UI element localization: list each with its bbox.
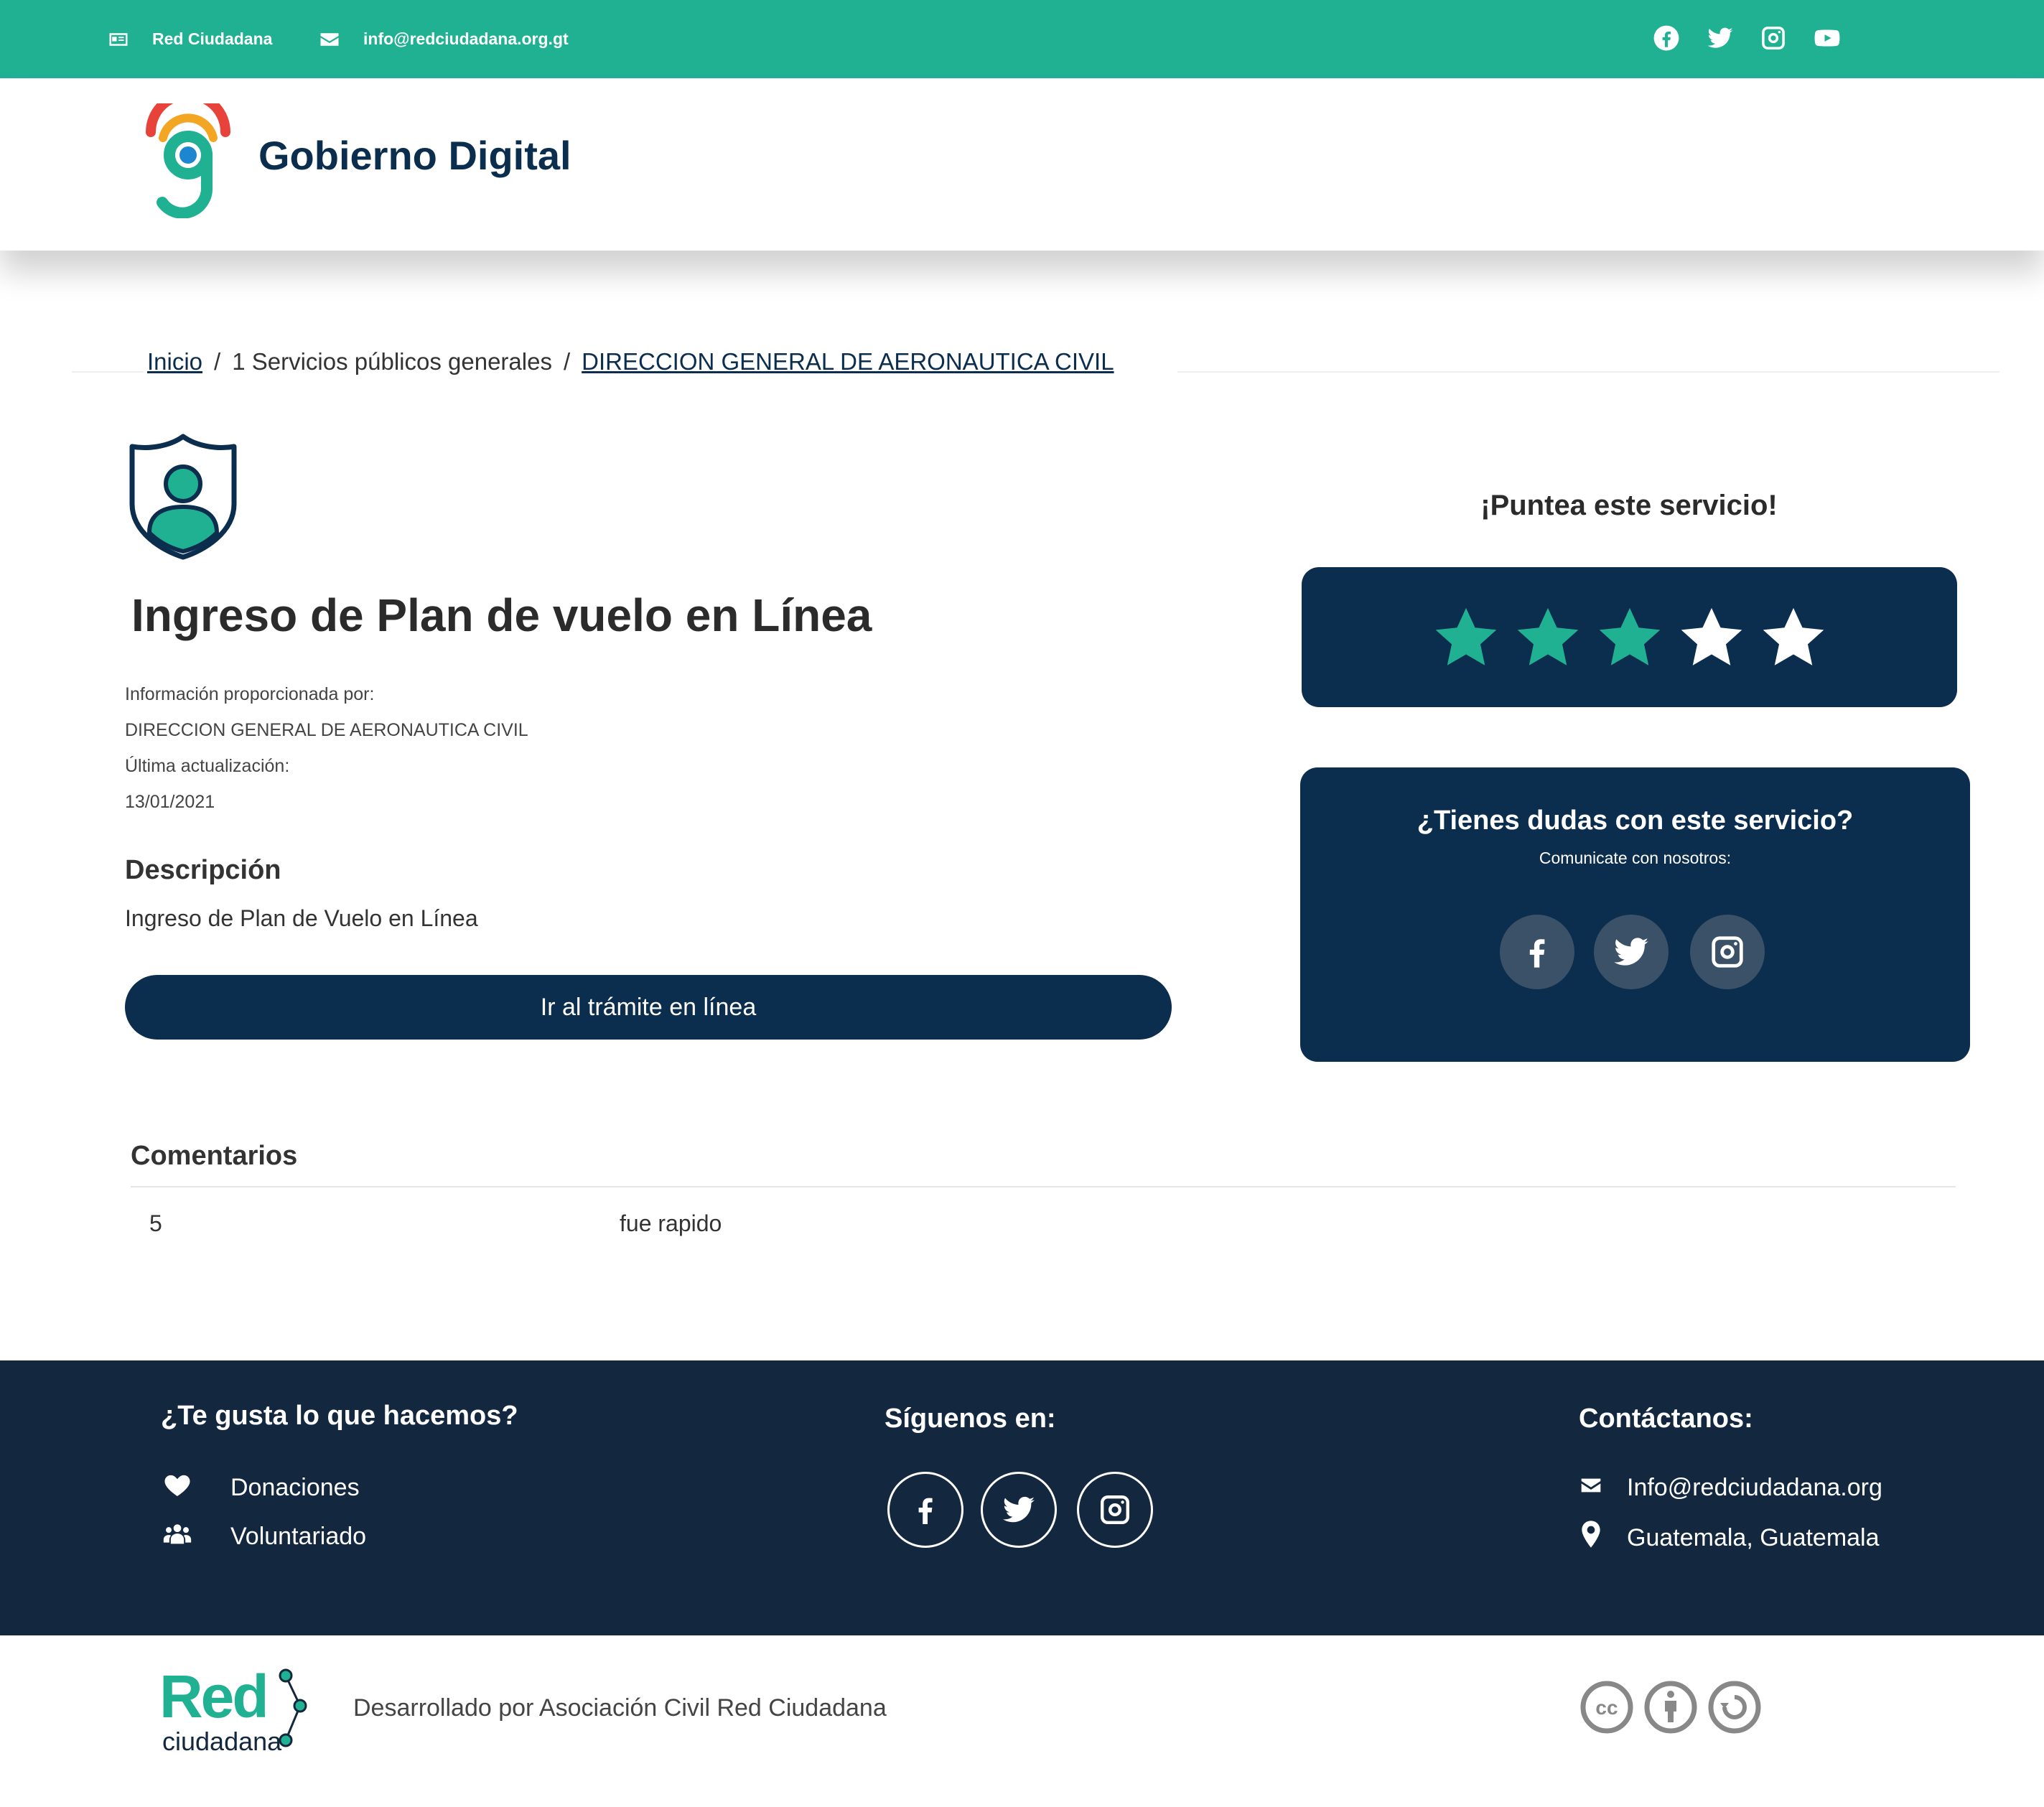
instagram-icon[interactable]: [1760, 24, 1787, 52]
facebook-icon: [908, 1493, 943, 1527]
help-subtitle: Comunicate con nosotros:: [1539, 849, 1732, 867]
org-name: Red Ciudadana: [152, 29, 273, 48]
site-header: Gobierno Digital: [0, 78, 2044, 251]
group-icon: [163, 1520, 192, 1549]
top-email-text[interactable]: info@redciudadana.org.gt: [363, 29, 569, 49]
id-card-icon: [108, 29, 129, 50]
top-email[interactable]: info@redciudadana.org.gt: [319, 0, 569, 78]
site-footer: ¿Te gusta lo que hacemos? Donaciones Vol…: [0, 1360, 2044, 1635]
help-twitter-button[interactable]: [1594, 915, 1669, 989]
bottom-bar: Red ciudadana Desarrollado por Asociació…: [0, 1635, 2044, 1807]
red-ciudadana-logo[interactable]: Red ciudadana: [159, 1666, 317, 1759]
provider-name: DIRECCION GENERAL DE AERONAUTICA CIVIL: [125, 720, 528, 740]
star-icon[interactable]: [1432, 604, 1500, 671]
help-card: ¿Tienes dudas con este servicio? Comunic…: [1300, 767, 1970, 1062]
envelope-icon: [1579, 1474, 1602, 1497]
footer-instagram-button[interactable]: [1077, 1472, 1153, 1548]
envelope-icon: [319, 29, 340, 50]
help-facebook-button[interactable]: [1500, 915, 1574, 989]
location-pin-icon: [1579, 1520, 1602, 1549]
star-icon[interactable]: [1760, 604, 1827, 671]
twitter-icon: [1002, 1493, 1036, 1527]
rating-card: [1302, 567, 1957, 707]
breadcrumb-institution-link[interactable]: DIRECCION GENERAL DE AERONAUTICA CIVIL: [582, 348, 1114, 375]
top-bar: Red Ciudadana info@redciudadana.org.gt: [0, 0, 2044, 78]
help-title: ¿Tienes dudas con este servicio?: [1417, 806, 1854, 836]
gobierno-digital-logo[interactable]: [145, 103, 231, 218]
footer-facebook-button[interactable]: [887, 1472, 963, 1548]
service-title: Ingreso de Plan de vuelo en Línea: [131, 589, 872, 641]
help-instagram-button[interactable]: [1690, 915, 1765, 989]
breadcrumb-home-link[interactable]: Inicio: [147, 348, 202, 375]
star-icon[interactable]: [1596, 604, 1663, 671]
service-badge-icon: [129, 434, 237, 560]
star-icon[interactable]: [1678, 604, 1745, 671]
footer-twitter-button[interactable]: [981, 1472, 1057, 1548]
breadcrumb: Inicio / 1 Servicios públicos generales / DI…: [147, 348, 1114, 375]
updated-label: Última actualización:: [125, 756, 290, 776]
org-contact: Red Ciudadana: [108, 0, 272, 78]
cc-icon[interactable]: cc: [1579, 1680, 1634, 1734]
star-icon[interactable]: [1514, 604, 1582, 671]
contact-heading: Contáctanos:: [1579, 1404, 1753, 1434]
heart-icon: [163, 1471, 192, 1500]
red-ciudadana-logo-sub: ciudadana: [162, 1727, 282, 1756]
updated-date: 13/01/2021: [125, 792, 215, 812]
breadcrumb-divider-right: [1177, 371, 1999, 373]
twitter-icon: [1613, 933, 1650, 971]
comment-text: fue rapido: [620, 1210, 722, 1236]
share-alike-icon[interactable]: [1707, 1680, 1762, 1734]
breadcrumb-divider-left: [72, 371, 144, 373]
instagram-icon: [1098, 1493, 1132, 1527]
comments-heading: Comentarios: [131, 1141, 298, 1171]
footer-location: Guatemala, Guatemala: [1627, 1524, 1880, 1551]
volunteering-link[interactable]: Voluntariado: [230, 1523, 366, 1551]
footer-email-link[interactable]: Info@redciudadana.org: [1627, 1474, 1882, 1502]
donations-link[interactable]: Donaciones: [230, 1474, 360, 1502]
facebook-icon: [1518, 933, 1556, 971]
like-heading: ¿Te gusta lo que hacemos?: [161, 1401, 518, 1431]
breadcrumb-separator: /: [214, 348, 221, 375]
breadcrumb-category: 1 Servicios públicos generales: [232, 348, 552, 375]
online-procedure-button[interactable]: Ir al trámite en línea: [125, 975, 1172, 1040]
red-ciudadana-logo-word: Red: [159, 1666, 267, 1730]
rating-title: ¡Puntea este servicio!: [1480, 490, 1778, 521]
attribution-icon[interactable]: [1643, 1680, 1698, 1734]
youtube-icon[interactable]: [1814, 24, 1841, 52]
brand-name[interactable]: Gobierno Digital: [258, 132, 571, 179]
breadcrumb-separator: /: [563, 348, 571, 375]
facebook-icon[interactable]: [1653, 24, 1680, 52]
comments-divider: [131, 1186, 1956, 1187]
twitter-icon[interactable]: [1707, 24, 1734, 52]
developed-by-text: Desarrollado por Asociación Civil Red Ci…: [353, 1694, 887, 1722]
description-heading: Descripción: [125, 855, 281, 885]
follow-heading: Síguenos en:: [885, 1404, 1056, 1434]
comment-rating: 5: [149, 1210, 162, 1236]
instagram-icon: [1709, 933, 1746, 971]
svg-text:cc: cc: [1595, 1696, 1618, 1719]
info-label: Información proporcionada por:: [125, 684, 375, 704]
description-text: Ingreso de Plan de Vuelo en Línea: [125, 905, 478, 931]
